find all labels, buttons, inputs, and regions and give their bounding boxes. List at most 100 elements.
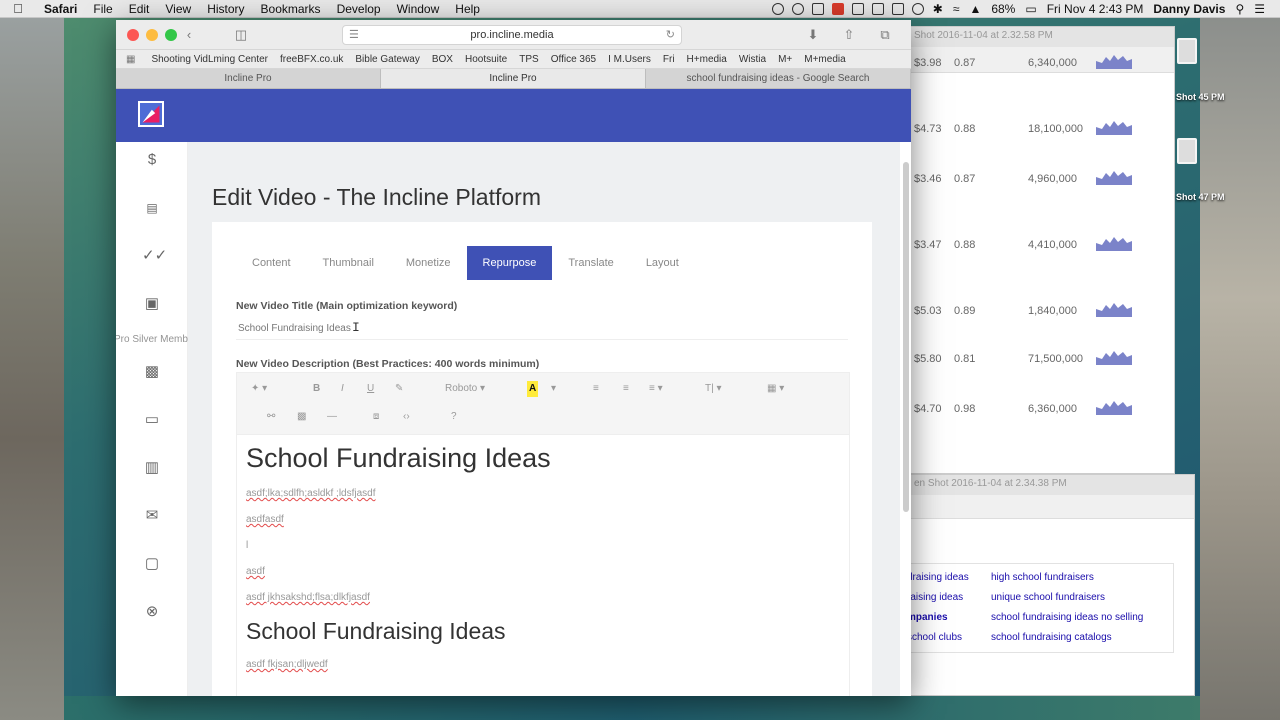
favorite-link[interactable]: BOX [426,54,459,65]
menu-file[interactable]: File [85,2,120,16]
favorite-link[interactable]: freeBFX.co.uk [274,54,349,65]
download-icon[interactable]: ⬇ [804,27,822,43]
presentation-icon[interactable]: ▭ [142,410,162,430]
browser-tab[interactable]: Incline Pro [116,69,381,88]
menu-develop[interactable]: Develop [329,2,389,16]
underline-button[interactable]: U [367,381,374,397]
browser-tab-active[interactable]: Incline Pro [381,69,646,88]
font-family-select[interactable]: Roboto ▾ [445,381,485,397]
menu-bookmarks[interactable]: Bookmarks [253,2,329,16]
related-search-link[interactable]: raising ideas [907,592,963,603]
related-search-link[interactable]: draising ideas [907,572,969,583]
wifi-icon[interactable]: ≈ [948,2,965,16]
text-color-button[interactable]: A [527,381,539,397]
user-name[interactable]: Danny Davis [1148,2,1230,16]
tab-content[interactable]: Content [236,246,307,280]
editor-body[interactable]: School Fundraising Ideas asdf;lka;sdlfh;… [237,435,849,693]
desktop-file-label[interactable]: Shot 45 PM [1176,92,1225,102]
desktop-file-icon[interactable] [1177,38,1197,64]
close-circle-icon[interactable]: ⊗ [142,602,162,622]
share-icon[interactable]: ⇧ [840,27,858,43]
favorites-grid-icon[interactable]: ▦ [126,54,135,65]
background-window-related[interactable]: en Shot 2016-11-04 at 2.34.38 PM draisin… [905,474,1195,696]
link-icon[interactable]: ⚯ [267,409,275,425]
favorite-link[interactable]: I M.Users [602,54,657,65]
back-arrow-icon[interactable]: ‹ [180,27,198,43]
code-view-icon[interactable]: ‹› [403,409,410,425]
tab-repurpose[interactable]: Repurpose [466,246,553,280]
battery-level[interactable]: 68% [986,2,1020,16]
background-window-keywords[interactable]: Shot 2016-11-04 at 2.32.58 PM $3.98 0.87 6… [905,26,1175,474]
bullet-list-icon[interactable]: ≡ [593,381,599,397]
tab-monetize[interactable]: Monetize [390,246,467,280]
menu-help[interactable]: Help [447,2,488,16]
contact-card-icon[interactable]: ▥ [142,458,162,478]
align-icon[interactable]: ≡ ▾ [649,381,663,397]
favorite-link[interactable]: Shooting VidLming Center [145,54,274,65]
desktop-file-label[interactable]: Shot 47 PM [1176,192,1225,202]
spotlight-search-icon[interactable]: ⚲ [1230,2,1249,16]
favorite-link[interactable]: M+media [798,54,851,65]
menu-window[interactable]: Window [389,2,448,16]
help-icon[interactable]: ? [451,409,457,425]
dollar-icon[interactable]: $ [142,150,162,170]
desktop-file-icon[interactable] [1177,138,1197,164]
reload-icon[interactable]: ↻ [666,26,675,44]
font-size-select[interactable]: T| ▾ [705,381,722,397]
magic-wand-icon[interactable]: ✦ ▾ [251,381,267,397]
video-title-input[interactable] [236,318,848,340]
menu-edit[interactable]: Edit [121,2,158,16]
browser-tab[interactable]: school fundraising ideas - Google Search [646,69,911,88]
tab-thumbnail[interactable]: Thumbnail [307,246,390,280]
related-search-link[interactable]: unique school fundraisers [991,592,1105,603]
battery-icon[interactable]: ▭ [1020,2,1041,16]
notification-center-icon[interactable]: ☰ [1249,2,1270,16]
table-icon[interactable]: ▦ ▾ [767,381,784,397]
apple-icon[interactable]:  [0,1,36,16]
reader-icon[interactable]: ☰ [349,26,359,44]
numbered-list-icon[interactable]: ≡ [623,381,629,397]
screen-icon[interactable] [811,2,824,15]
bold-button[interactable]: B [313,381,320,397]
cash-icon[interactable]: ▤ [142,198,162,218]
image-icon[interactable] [851,2,864,15]
menu-app-name[interactable]: Safari [36,2,85,16]
favorite-link[interactable]: Bible Gateway [349,54,425,65]
page-scrollbar[interactable] [903,162,909,512]
description-editor[interactable]: ✦ ▾ B I U ✎ Roboto ▾ A ▾ ≡ ≡ ≡ ▾ T| ▾ ▦ … [236,372,850,696]
related-search-link[interactable]: mpanies [907,612,948,623]
chat-icon[interactable]: ▢ [142,554,162,574]
menu-view[interactable]: View [157,2,199,16]
display-icon[interactable] [891,2,904,15]
favorite-link[interactable]: Office 365 [545,54,602,65]
favorite-link[interactable]: Wistia [733,54,772,65]
bluetooth-icon[interactable]: ✱ [928,2,948,16]
fullscreen-icon[interactable]: ⧈ [373,409,379,425]
dropbox-icon[interactable] [871,2,884,15]
related-search-link[interactable]: school clubs [907,632,962,643]
tab-translate[interactable]: Translate [552,246,629,280]
app-b-icon[interactable] [831,2,844,15]
record-icon[interactable] [771,2,784,15]
close-window-button[interactable] [127,28,139,41]
clock[interactable]: Fri Nov 4 2:43 PM [1042,2,1149,16]
minimize-window-button[interactable] [146,28,158,41]
related-search-link[interactable]: school fundraising catalogs [991,632,1112,643]
eraser-icon[interactable]: ✎ [395,381,403,397]
sidebar-toggle-icon[interactable]: ◫ [232,27,250,43]
favorite-link[interactable]: M+ [772,54,798,65]
image-icon[interactable]: ▩ [142,362,162,382]
briefcase-icon[interactable]: ▣ [142,294,162,314]
favorite-link[interactable]: H+media [681,54,733,65]
horizontal-rule-icon[interactable]: — [327,409,337,425]
italic-button[interactable]: I [341,381,344,397]
favorite-link[interactable]: TPS [513,54,544,65]
favorite-link[interactable]: Hootsuite [459,54,513,65]
volume-icon[interactable]: ▲ [964,2,986,16]
mail-icon[interactable]: ✉ [142,506,162,526]
tab-layout[interactable]: Layout [630,246,695,280]
related-search-link[interactable]: high school fundraisers [991,572,1094,583]
menu-history[interactable]: History [199,2,252,16]
double-check-icon[interactable]: ✓✓ [142,246,167,266]
address-bar[interactable]: ☰ pro.incline.media ↻ [342,25,682,45]
